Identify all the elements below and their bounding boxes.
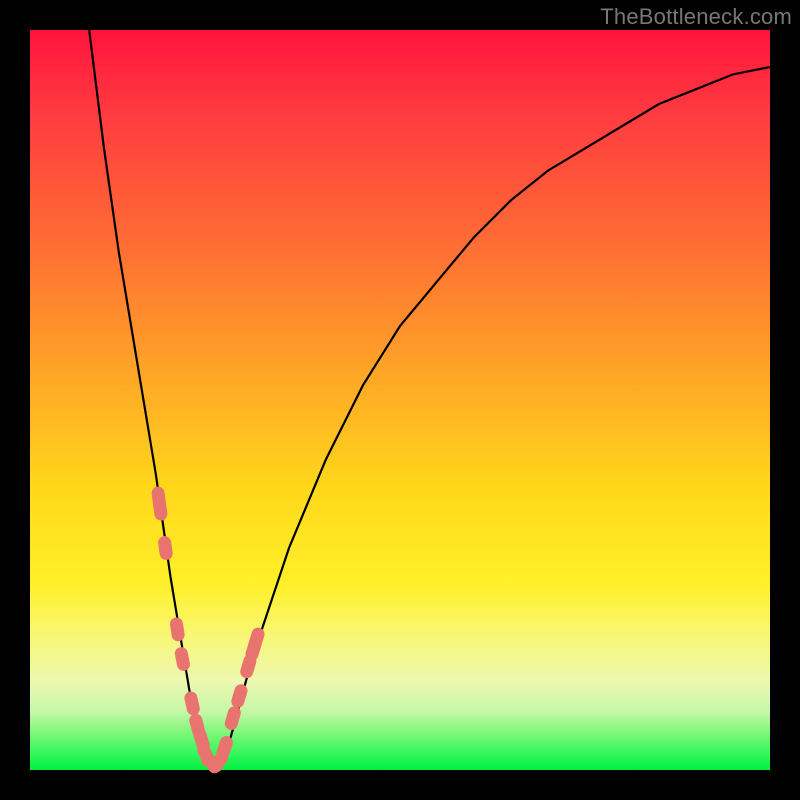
bottleneck-curve xyxy=(30,30,770,770)
marker-cluster xyxy=(151,486,266,776)
bottleneck-line xyxy=(89,30,770,770)
plot-area xyxy=(30,30,770,770)
watermark-text: TheBottleneck.com xyxy=(600,4,792,30)
chart-frame: TheBottleneck.com xyxy=(0,0,800,800)
